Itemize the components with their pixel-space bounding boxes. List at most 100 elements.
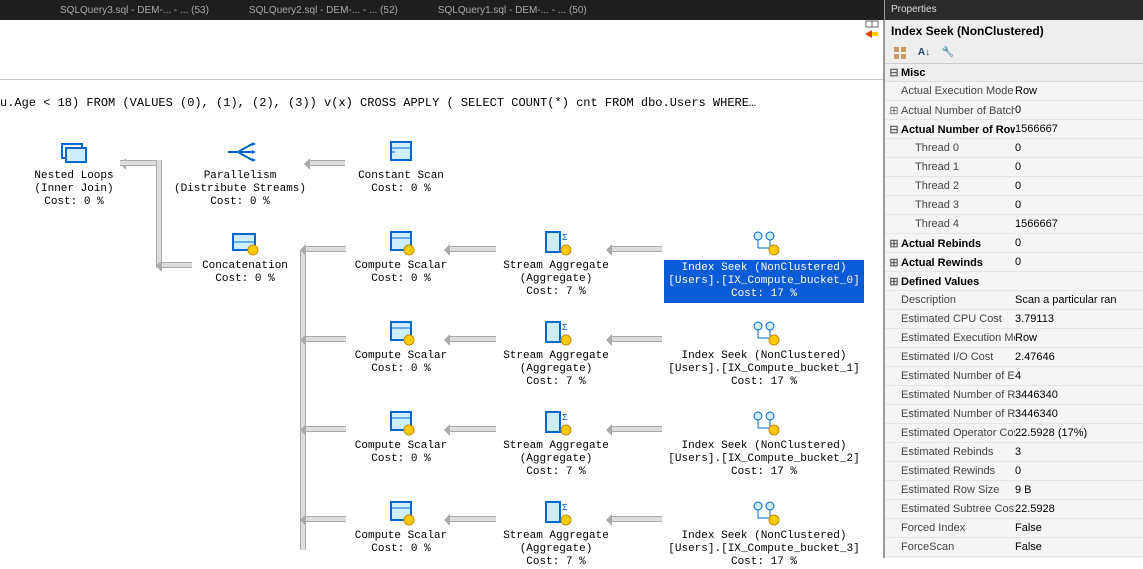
property-value: False: [1015, 522, 1143, 534]
sql-text: u.Age < 18) FROM (VALUES (0), (1), (2), …: [0, 96, 864, 110]
categorize-icon[interactable]: [891, 44, 909, 62]
stream-aggregate-icon: Σ: [540, 318, 572, 346]
node-compute-scalar[interactable]: Compute ScalarCost: 0 %: [346, 228, 456, 286]
marker-icon[interactable]: [865, 30, 879, 38]
property-name: Thread 0: [915, 142, 959, 154]
property-row[interactable]: Estimated Number of Executions4: [885, 367, 1143, 386]
collapse-icon[interactable]: ⊟: [889, 66, 899, 79]
property-value: 9 B: [1015, 484, 1143, 496]
stream-aggregate-icon: Σ: [540, 498, 572, 526]
property-value: 2.47646: [1015, 351, 1143, 363]
property-name: Estimated Rebinds: [901, 446, 993, 458]
property-row[interactable]: Thread 10: [885, 158, 1143, 177]
property-value: Row: [1015, 332, 1143, 344]
property-name: Defined Values: [901, 276, 979, 288]
compute-scalar-icon: [385, 408, 417, 436]
property-row[interactable]: Thread 30: [885, 196, 1143, 215]
svg-text:Σ: Σ: [562, 233, 568, 243]
property-value: False: [1015, 541, 1143, 553]
expand-icon[interactable]: ⊞: [889, 104, 899, 117]
node-stream-aggregate[interactable]: Σ Stream Aggregate(Aggregate)Cost: 7 %: [496, 318, 616, 389]
parallelism-icon: [224, 138, 256, 166]
property-value: Scan a particular ran: [1015, 294, 1143, 306]
compute-scalar-icon: [385, 498, 417, 526]
property-row[interactable]: Estimated CPU Cost3.79113: [885, 310, 1143, 329]
properties-header: Properties: [885, 0, 1143, 20]
node-index-seek-2[interactable]: Index Seek (NonClustered)[Users].[IX_Com…: [664, 408, 864, 479]
property-row[interactable]: ForceScanFalse: [885, 538, 1143, 557]
property-row[interactable]: ⊞Actual Rebinds0: [885, 234, 1143, 253]
node-compute-scalar[interactable]: Compute ScalarCost: 0 %: [346, 498, 456, 556]
property-name: Thread 4: [915, 218, 959, 230]
node-index-seek-1[interactable]: Index Seek (NonClustered)[Users].[IX_Com…: [664, 318, 864, 389]
node-compute-scalar[interactable]: Compute ScalarCost: 0 %: [346, 408, 456, 466]
concatenation-icon: [229, 228, 261, 256]
node-index-seek-3[interactable]: Index Seek (NonClustered)[Users].[IX_Com…: [664, 498, 864, 569]
node-concatenation[interactable]: ConcatenationCost: 0 %: [190, 228, 300, 286]
property-value: 0: [1015, 180, 1143, 192]
compute-scalar-icon: [385, 228, 417, 256]
compute-scalar-icon: [385, 318, 417, 346]
property-row[interactable]: ⊟Actual Number of Rows1566667: [885, 120, 1143, 139]
property-row[interactable]: ⊞Actual Rewinds0: [885, 253, 1143, 272]
node-stream-aggregate[interactable]: Σ Stream Aggregate(Aggregate)Cost: 7 %: [496, 228, 616, 299]
property-row[interactable]: Estimated Number of Rows3446340: [885, 386, 1143, 405]
property-row[interactable]: Estimated Row Size 9 B: [885, 481, 1143, 500]
property-value: 0: [1015, 161, 1143, 173]
properties-toolbar: A↓ 🔧: [885, 42, 1143, 64]
property-row[interactable]: Estimated Subtree Cost22.5928: [885, 500, 1143, 519]
property-row[interactable]: DescriptionScan a particular ran: [885, 291, 1143, 310]
wrench-icon[interactable]: 🔧: [939, 44, 957, 62]
property-row[interactable]: Estimated Operator Cost22.5928 (17%): [885, 424, 1143, 443]
expand-icon[interactable]: ⊞: [889, 237, 899, 250]
node-constant-scan[interactable]: Constant ScanCost: 0 %: [346, 138, 456, 196]
property-value: 3.79113: [1015, 313, 1143, 325]
nested-loops-icon: [58, 138, 90, 166]
plan-toolbar: [0, 20, 883, 80]
property-name: Actual Number of Batches: [901, 105, 1015, 117]
node-stream-aggregate[interactable]: Σ Stream Aggregate(Aggregate)Cost: 7 %: [496, 408, 616, 479]
property-value: 0: [1015, 465, 1143, 477]
property-category[interactable]: ⊟ Misc: [885, 64, 1143, 82]
property-value: 1566667: [1015, 123, 1143, 135]
property-row[interactable]: Thread 00: [885, 139, 1143, 158]
node-nested-loops[interactable]: Nested Loops(Inner Join)Cost: 0 %: [14, 138, 134, 209]
property-name: Estimated Rewinds: [901, 465, 995, 477]
tab[interactable]: SQLQuery2.sql - DEM-... - ... (52): [249, 5, 398, 16]
property-name: Thread 3: [915, 199, 959, 211]
property-row[interactable]: Estimated I/O Cost2.47646: [885, 348, 1143, 367]
collapse-icon[interactable]: ⊟: [889, 123, 899, 136]
plan-canvas[interactable]: Nested Loops(Inner Join)Cost: 0 % Parall…: [0, 120, 884, 558]
split-icon[interactable]: [865, 20, 879, 28]
properties-title: Index Seek (NonClustered): [885, 20, 1143, 42]
property-row[interactable]: ⊞Defined Values: [885, 272, 1143, 291]
property-value: 3: [1015, 446, 1143, 458]
expand-icon[interactable]: ⊞: [889, 256, 899, 269]
tab[interactable]: SQLQuery1.sql - DEM-... - ... (50): [438, 5, 587, 16]
stream-aggregate-icon: Σ: [540, 228, 572, 256]
property-name: Estimated Number of Rows: [901, 408, 1015, 420]
property-row[interactable]: Estimated Rewinds 0: [885, 462, 1143, 481]
node-index-seek-0[interactable]: Index Seek (NonClustered)[Users].[IX_Com…: [664, 228, 864, 303]
property-row[interactable]: Thread 20: [885, 177, 1143, 196]
property-row[interactable]: Estimated Rebinds 3: [885, 443, 1143, 462]
svg-text:Σ: Σ: [562, 413, 568, 423]
property-name: Actual Number of Rows: [901, 124, 1015, 136]
property-row[interactable]: Actual Execution ModeRow: [885, 82, 1143, 101]
property-row[interactable]: ⊞Actual Number of Batches0: [885, 101, 1143, 120]
expand-icon[interactable]: ⊞: [889, 275, 899, 288]
tab[interactable]: SQLQuery3.sql - DEM-... - ... (53): [60, 5, 209, 16]
property-name: Estimated Row Size: [901, 484, 999, 496]
property-row[interactable]: Thread 41566667: [885, 215, 1143, 234]
node-stream-aggregate[interactable]: Σ Stream Aggregate(Aggregate)Cost: 7 %: [496, 498, 616, 569]
property-name: Estimated Number of Executions: [901, 370, 1015, 382]
property-value: 0: [1015, 237, 1143, 249]
sort-az-icon[interactable]: A↓: [915, 44, 933, 62]
property-row[interactable]: Estimated Number of Rows3446340: [885, 405, 1143, 424]
property-value: 22.5928: [1015, 503, 1143, 515]
property-row[interactable]: Estimated Execution ModeRow: [885, 329, 1143, 348]
node-parallelism[interactable]: Parallelism(Distribute Streams)Cost: 0 %: [165, 138, 315, 209]
node-compute-scalar[interactable]: Compute ScalarCost: 0 %: [346, 318, 456, 376]
property-row[interactable]: Forced IndexFalse: [885, 519, 1143, 538]
svg-text:Σ: Σ: [562, 503, 568, 513]
